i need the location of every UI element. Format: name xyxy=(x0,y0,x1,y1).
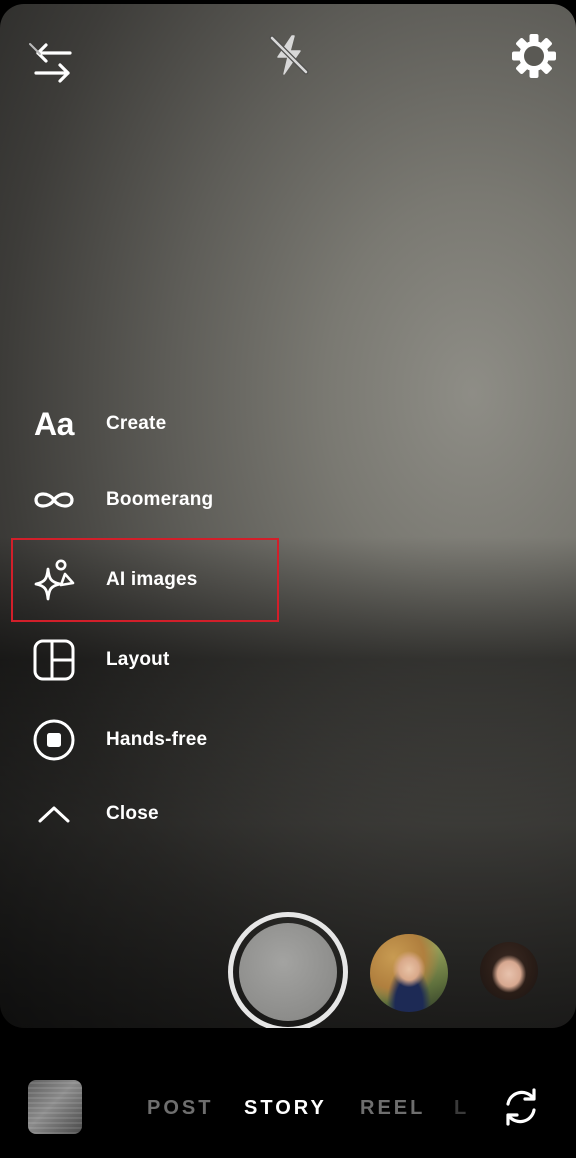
record-stop-icon xyxy=(30,716,78,764)
layout-grid-icon xyxy=(30,636,78,684)
infinity-icon xyxy=(30,476,78,524)
menu-item-layout[interactable]: Layout xyxy=(0,630,290,690)
menu-item-close[interactable]: Close xyxy=(0,784,290,844)
shutter-button[interactable] xyxy=(228,912,348,1028)
menu-item-hands-free[interactable]: Hands-free xyxy=(0,710,290,770)
flip-camera-icon[interactable] xyxy=(500,1086,542,1128)
menu-item-boomerang[interactable]: Boomerang xyxy=(0,470,290,530)
boomerang-label: Boomerang xyxy=(106,489,214,510)
create-label: Create xyxy=(106,413,167,434)
camera-viewfinder[interactable]: Aa Create Boomerang AI images Layout Han… xyxy=(0,4,576,1028)
mode-post[interactable]: POST xyxy=(147,1097,213,1120)
close-label: Close xyxy=(106,803,159,824)
highlight-box xyxy=(11,538,279,622)
menu-item-create[interactable]: Aa Create xyxy=(0,394,290,454)
text-aa-icon: Aa xyxy=(34,405,74,442)
gallery-thumbnail[interactable] xyxy=(28,1080,82,1134)
shutter-inner xyxy=(239,923,337,1021)
flash-off-icon[interactable] xyxy=(266,32,312,78)
chevron-up-icon xyxy=(30,790,78,838)
bottom-mode-bar: POST STORY REEL LIVE xyxy=(0,1040,576,1158)
mode-story[interactable]: STORY xyxy=(244,1097,327,1120)
mode-live[interactable]: LIVE xyxy=(454,1097,468,1120)
settings-gear-icon[interactable] xyxy=(510,32,558,80)
hands-free-label: Hands-free xyxy=(106,729,208,750)
effect-avatar-2[interactable] xyxy=(480,942,538,1000)
mode-reel[interactable]: REEL xyxy=(360,1097,425,1120)
layout-label: Layout xyxy=(106,649,170,670)
camera-screen: Aa Create Boomerang AI images Layout Han… xyxy=(0,0,576,1158)
effect-avatar-1[interactable] xyxy=(370,934,448,1012)
switch-arrows-icon[interactable] xyxy=(26,40,78,86)
